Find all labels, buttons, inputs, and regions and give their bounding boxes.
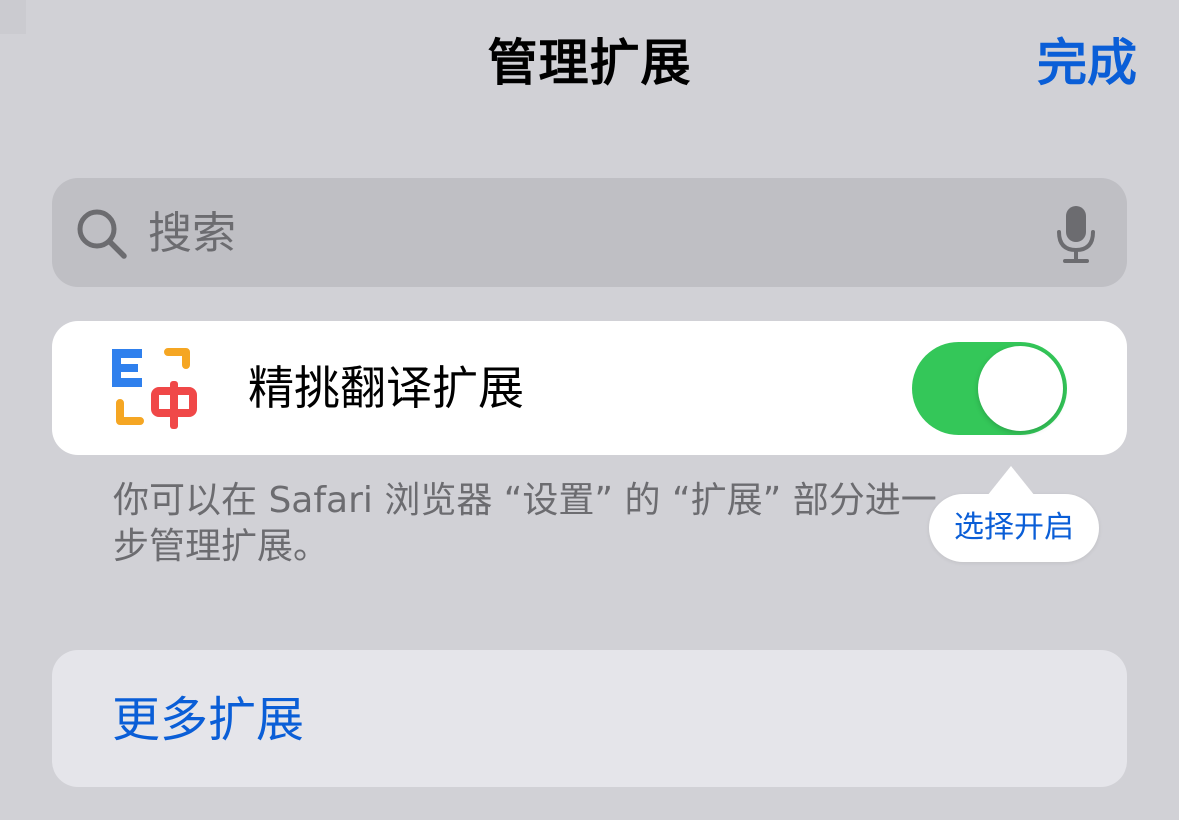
corner-mark [0,0,26,34]
translate-app-icon [112,348,197,429]
extension-toggle[interactable] [912,342,1067,435]
search-bar[interactable] [52,178,1127,287]
page-title: 管理扩展 [487,34,692,92]
footnote-text: 你可以在 Safari 浏览器 “设置” 的 “扩展” 部分进一步管理扩展。 [113,480,937,567]
extension-name: 精挑翻译扩展 [248,361,524,415]
done-button[interactable]: 完成 [1037,30,1137,96]
toggle-knob [978,346,1063,431]
search-input[interactable] [148,200,1028,266]
hint-tooltip: 选择开启 [929,466,1099,562]
tooltip-arrow [987,466,1035,496]
more-extensions-label: 更多扩展 [112,692,305,748]
extension-row: 精挑翻译扩展 [52,321,1127,455]
more-extensions-button[interactable]: 更多扩展 [52,650,1127,787]
tooltip-label: 选择开启 [954,510,1074,545]
microphone-icon[interactable] [1053,204,1099,264]
search-icon [77,209,127,259]
